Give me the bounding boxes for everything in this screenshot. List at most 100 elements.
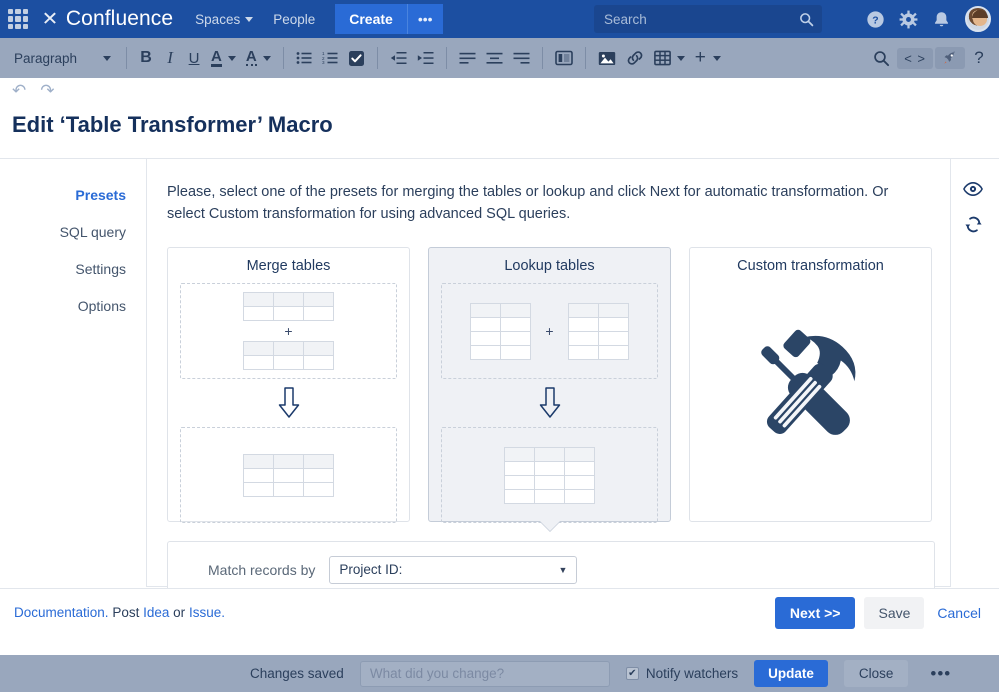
merge-input-zone: +: [180, 283, 397, 379]
mini-table-result: [504, 446, 595, 504]
match-records-select[interactable]: Project ID: ▼: [329, 555, 578, 584]
confluence-logo[interactable]: ✕ Confluence: [42, 7, 173, 31]
dialog-body: Presets SQL query Settings Options Pleas…: [0, 159, 999, 598]
nav-people-label: People: [273, 11, 316, 27]
preset-card-lookup-tables[interactable]: Lookup tables +: [428, 247, 671, 531]
notify-watchers-label: Notify watchers: [645, 666, 739, 681]
page-layout-icon[interactable]: [550, 44, 578, 72]
refresh-sync-icon[interactable]: [964, 215, 983, 234]
toolbar-divider: [445, 47, 447, 69]
redo-icon[interactable]: ↷: [40, 81, 54, 101]
chevron-down-icon: [676, 55, 685, 61]
insert-table-icon[interactable]: [649, 44, 690, 72]
insert-more-button[interactable]: +: [690, 44, 726, 72]
more-options-button[interactable]: •••: [924, 664, 957, 684]
nav-people[interactable]: People: [273, 12, 315, 27]
search-icon: [800, 12, 814, 26]
mini-table: [567, 302, 629, 360]
svg-text:3: 3: [322, 60, 325, 65]
toolbar-divider: [282, 47, 284, 69]
apps-grid-icon[interactable]: [8, 9, 28, 29]
notifications-bell-icon[interactable]: [932, 10, 951, 29]
bullet-list-icon[interactable]: [291, 44, 317, 72]
align-left-icon[interactable]: [454, 44, 481, 72]
toolbar-divider: [126, 47, 128, 69]
chevron-down-icon: [712, 55, 721, 61]
notify-watchers-checkbox[interactable]: ✔ Notify watchers: [625, 666, 739, 681]
preset-card-merge-tables[interactable]: Merge tables +: [167, 247, 410, 523]
page-title: Edit ‘Table Transformer’ Macro: [12, 112, 333, 137]
documentation-link[interactable]: Documentation.: [14, 605, 109, 620]
chevron-down-icon: [262, 55, 271, 61]
preset-card-title: Merge tables: [246, 258, 331, 274]
plus-symbol: +: [284, 323, 293, 339]
selected-card-caret: [539, 521, 560, 531]
presets-content-panel: Please, select one of the presets for me…: [146, 159, 951, 598]
dialog-right-rail: [951, 159, 995, 587]
underline-button[interactable]: U: [182, 44, 206, 72]
merge-arrow: [180, 379, 397, 427]
close-button[interactable]: Close: [843, 660, 909, 687]
highlight-color-button[interactable]: A: [241, 44, 276, 72]
indent-icon[interactable]: [412, 44, 439, 72]
update-button[interactable]: Update: [754, 660, 828, 687]
create-button[interactable]: Create: [335, 4, 407, 34]
confluence-mark-icon: ✕: [41, 8, 59, 30]
mini-table: [243, 292, 334, 321]
sidebar-item-presets[interactable]: Presets: [75, 187, 130, 203]
task-list-icon[interactable]: [343, 44, 370, 72]
editor-toolbar: Paragraph B I U A A 123 + < > ?: [0, 38, 999, 78]
brand-name: Confluence: [65, 7, 174, 30]
issue-link[interactable]: Issue.: [189, 605, 225, 620]
lookup-input-zone: +: [441, 283, 658, 379]
mini-table-result: [243, 453, 334, 497]
dialog-footer: Documentation. Post Idea or Issue. Next …: [0, 588, 999, 636]
shortcut-rocket-icon[interactable]: [935, 47, 965, 69]
custom-icon-wrap: [702, 283, 919, 508]
idea-link[interactable]: Idea: [143, 605, 169, 620]
sidebar-item-sql-query[interactable]: SQL query: [60, 224, 130, 240]
help-icon[interactable]: ?: [866, 10, 885, 29]
outdent-icon[interactable]: [385, 44, 412, 72]
svg-text:?: ?: [872, 15, 878, 26]
chevron-down-icon: [103, 55, 112, 61]
down-arrow-icon: [278, 387, 299, 418]
align-center-icon[interactable]: [481, 44, 508, 72]
search-input[interactable]: Search: [594, 5, 822, 33]
sidebar-item-settings[interactable]: Settings: [75, 261, 130, 277]
next-button[interactable]: Next >>: [774, 596, 856, 629]
find-replace-icon[interactable]: [868, 44, 895, 72]
markup-button[interactable]: < >: [897, 47, 933, 69]
align-right-icon[interactable]: [508, 44, 535, 72]
save-button[interactable]: Save: [864, 596, 925, 629]
create-more-button[interactable]: •••: [406, 4, 443, 34]
plus-icon: +: [694, 47, 706, 68]
toolbar-divider: [541, 47, 543, 69]
nav-spaces[interactable]: Spaces: [195, 12, 254, 27]
settings-gear-icon[interactable]: [899, 10, 918, 29]
undo-icon[interactable]: ↶: [12, 81, 26, 101]
italic-button[interactable]: I: [158, 44, 182, 72]
preset-card-custom-transformation[interactable]: Custom transformation: [689, 247, 932, 522]
hammer-and-screwdriver-icon: [760, 329, 855, 435]
help-icon[interactable]: ?: [967, 44, 991, 72]
bold-button[interactable]: B: [134, 44, 158, 72]
sidebar-item-options[interactable]: Options: [78, 298, 130, 314]
text-color-button[interactable]: A: [206, 44, 241, 72]
undo-redo-row: ↶ ↷: [0, 78, 999, 104]
mini-table: [470, 302, 532, 360]
cancel-button[interactable]: Cancel: [933, 597, 985, 629]
insert-link-icon[interactable]: [621, 44, 649, 72]
change-comment-input[interactable]: What did you change?: [359, 660, 610, 687]
numbered-list-icon[interactable]: 123: [317, 44, 343, 72]
change-comment-placeholder: What did you change?: [369, 666, 505, 681]
merge-output-zone: [180, 427, 397, 523]
top-navigation-bar: ✕ Confluence Spaces People Create ••• Se…: [0, 0, 999, 38]
changes-saved-status: Changes saved: [250, 666, 344, 681]
insert-image-icon[interactable]: [593, 44, 621, 72]
user-avatar[interactable]: [965, 6, 991, 32]
paragraph-style-select[interactable]: Paragraph: [10, 51, 119, 66]
preview-eye-icon[interactable]: [963, 181, 983, 197]
plus-symbol: +: [545, 323, 554, 339]
dialog-side-tabs: Presets SQL query Settings Options: [0, 159, 140, 587]
